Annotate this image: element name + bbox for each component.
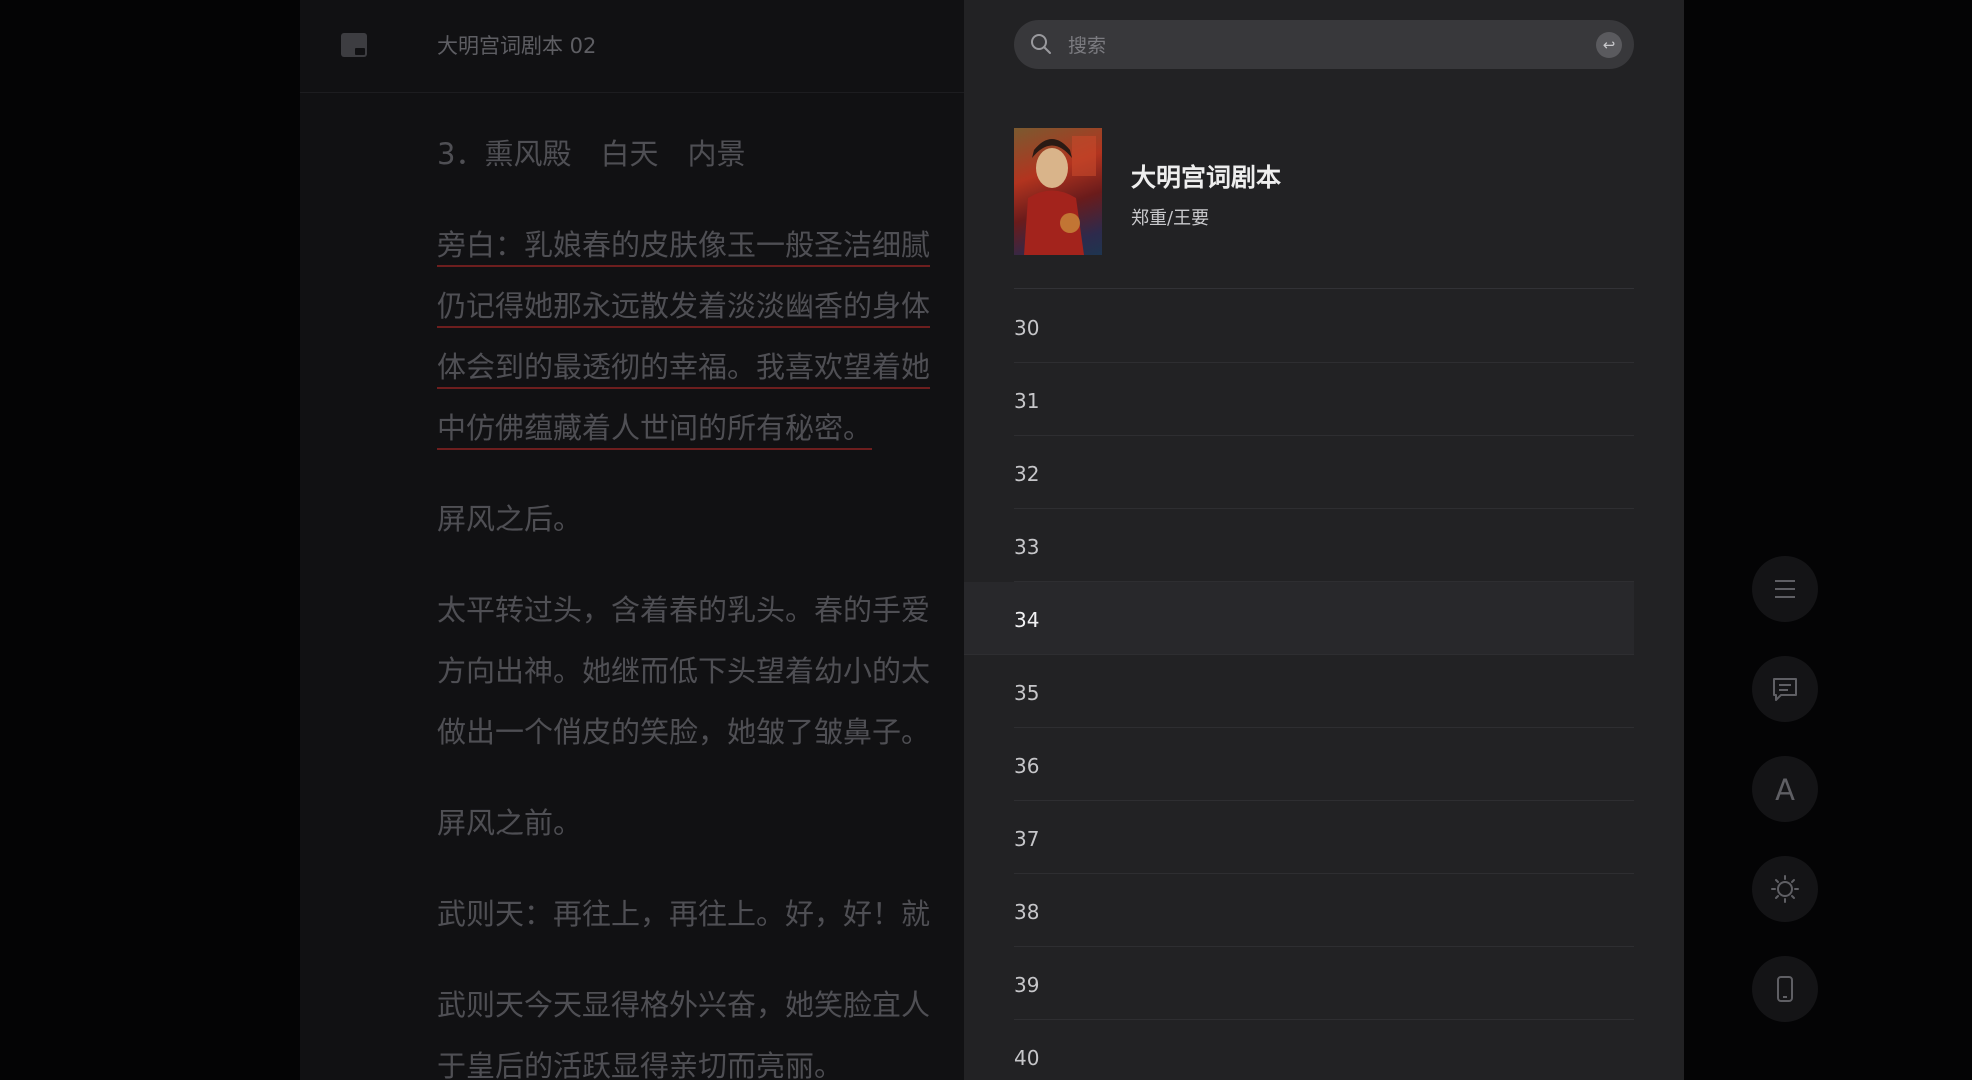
divider xyxy=(1014,288,1634,289)
toc-item-label: 34 xyxy=(1014,608,1040,632)
paragraph-line: 体会到的最透彻的幸福。我喜欢望着她 xyxy=(437,337,964,398)
reader-content: 3．熏风殿 白天 内景 旁白：乳娘春的皮肤像玉一般圣洁细腻 仍记得她那永远散发着… xyxy=(437,124,964,1080)
book-cover-image xyxy=(1014,128,1102,255)
book-icon[interactable] xyxy=(340,32,368,58)
font-button[interactable]: A xyxy=(1752,756,1818,822)
highlighted-text[interactable]: 旁白：乳娘春的皮肤像玉一般圣洁细腻 xyxy=(437,228,930,262)
toc-item-label: 35 xyxy=(1014,681,1040,705)
paragraph-line: 太平转过头，含着春的乳头。春的手爱 xyxy=(437,593,931,627)
toc-item[interactable]: 30 xyxy=(1014,290,1634,363)
menu-icon xyxy=(1775,580,1795,598)
toc-item-label: 37 xyxy=(1014,827,1040,851)
toc-item[interactable]: 38 xyxy=(1014,874,1634,947)
toc-item-label: 36 xyxy=(1014,754,1040,778)
reader-pane: 大明宫词剧本 02 3．熏风殿 白天 内景 旁白：乳娘春的皮肤像玉一般圣洁细腻 … xyxy=(300,0,964,1080)
highlighted-text[interactable]: 体会到的最透彻的幸福。我喜欢望着她 xyxy=(437,350,930,384)
return-icon[interactable]: ↩ xyxy=(1596,32,1622,58)
comment-button[interactable] xyxy=(1752,656,1818,722)
toc-item[interactable]: 31 xyxy=(1014,363,1634,436)
toc-item[interactable]: 39 xyxy=(1014,947,1634,1020)
paragraph-line: 中仿佛蕴藏着人世间的所有秘密。 xyxy=(437,398,964,459)
paragraph-line: 于皇后的活跃显得亲切而亮丽。 xyxy=(437,1049,844,1080)
highlighted-text[interactable]: 中仿佛蕴藏着人世间的所有秘密。 xyxy=(437,411,872,445)
comment-icon xyxy=(1773,678,1797,701)
toc-item-label: 32 xyxy=(1014,462,1040,486)
toc-item-label: 40 xyxy=(1014,1046,1040,1070)
toc-list: 30 31 32 33 34 35 36 37 38 39 40 xyxy=(964,290,1634,1080)
toc-item-label: 31 xyxy=(1014,389,1040,413)
phone-icon xyxy=(1777,976,1793,1002)
book-title: 大明宫词剧本 xyxy=(1131,163,1282,192)
paragraph-line: 方向出神。她继而低下头望着幼小的太 xyxy=(437,654,931,688)
toc-item[interactable]: 40 xyxy=(1014,1020,1634,1080)
search-input[interactable] xyxy=(1066,20,1570,71)
brightness-button[interactable] xyxy=(1752,856,1818,922)
highlighted-text[interactable]: 仍记得她那永远散发着淡淡幽香的身体 xyxy=(437,289,930,323)
paragraph-line: 武则天今天显得格外兴奋，她笑脸宜人 xyxy=(437,988,931,1022)
font-icon: A xyxy=(1775,773,1795,807)
toc-panel: ↩ 大明宫词剧本 郑重/王要 30 31 32 33 34 35 36 37 3… xyxy=(964,0,1684,1080)
toc-item-label: 38 xyxy=(1014,900,1040,924)
paragraph: 屏风之前。 xyxy=(437,806,583,840)
toc-item-label: 30 xyxy=(1014,316,1040,340)
brightness-icon xyxy=(1771,875,1799,903)
toc-item[interactable]: 36 xyxy=(1014,728,1634,801)
menu-button[interactable] xyxy=(1752,556,1818,622)
toc-item[interactable]: 32 xyxy=(1014,436,1634,509)
paragraph-line: 旁白：乳娘春的皮肤像玉一般圣洁细腻 xyxy=(437,215,964,276)
toc-item-label: 39 xyxy=(1014,973,1040,997)
paragraph-line: 仍记得她那永远散发着淡淡幽香的身体 xyxy=(437,276,964,337)
search-icon xyxy=(1031,34,1051,54)
toc-item[interactable]: 37 xyxy=(1014,801,1634,874)
scene-heading: 3．熏风殿 白天 内景 xyxy=(437,137,746,171)
paragraph: 武则天：再往上，再往上。好，好！就 xyxy=(437,897,931,931)
device-button[interactable] xyxy=(1752,956,1818,1022)
toc-item[interactable]: 33 xyxy=(1014,509,1634,582)
toc-item[interactable]: 35 xyxy=(1014,655,1634,728)
book-author: 郑重/王要 xyxy=(1131,208,1210,229)
reader-header: 大明宫词剧本 02 xyxy=(300,0,964,93)
search-bar[interactable]: ↩ xyxy=(1014,20,1634,71)
paragraph: 屏风之后。 xyxy=(437,502,583,536)
document-title: 大明宫词剧本 02 xyxy=(437,34,597,58)
paragraph-line: 做出一个俏皮的笑脸，她皱了皱鼻子。 xyxy=(437,715,931,749)
toc-item-label: 33 xyxy=(1014,535,1040,559)
toc-item-active[interactable]: 34 xyxy=(964,582,1634,655)
